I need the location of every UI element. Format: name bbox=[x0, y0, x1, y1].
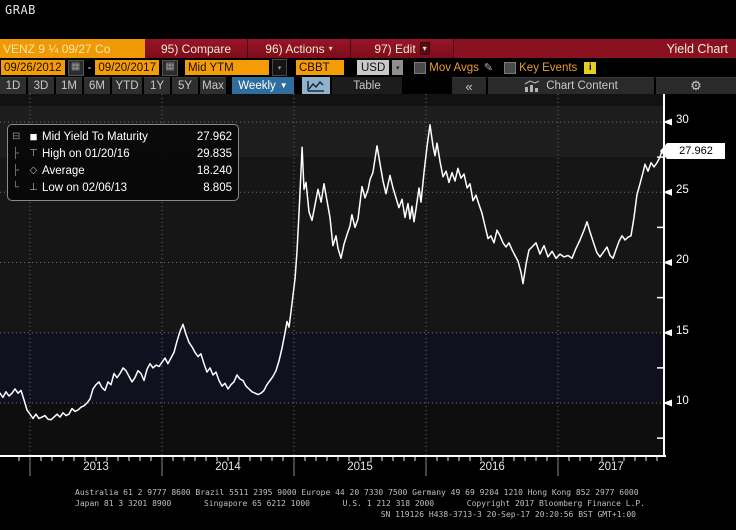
calendar-icon[interactable]: ▦ bbox=[67, 59, 84, 76]
yield-field-select[interactable]: Mid YTM bbox=[184, 60, 269, 75]
high-marker-icon: ⊤ bbox=[29, 148, 38, 159]
table-view-button[interactable]: Table bbox=[332, 77, 402, 94]
calendar-icon[interactable]: ▦ bbox=[161, 59, 178, 76]
tree-branch: ├ bbox=[12, 148, 20, 159]
compare-button[interactable]: 95) Compare bbox=[145, 39, 248, 58]
range-button-max[interactable]: Max bbox=[200, 77, 226, 94]
key-events-checkbox[interactable] bbox=[504, 61, 517, 74]
range-button-5y[interactable]: 5Y bbox=[172, 77, 198, 94]
footer-contact: Japan 81 3 3201 8900 bbox=[75, 499, 172, 508]
low-marker-icon: ⊥ bbox=[29, 182, 38, 193]
date-from-field[interactable]: 09/26/2012 bbox=[1, 60, 65, 75]
mov-avgs-checkbox[interactable] bbox=[414, 61, 427, 74]
range-button-1m[interactable]: 1M bbox=[56, 77, 82, 94]
bloomberg-terminal-window: GRAB VENZ 9 ¼ 09/27 Co 95) Compare 96) A… bbox=[0, 0, 736, 530]
y-axis-tick-label: 10 bbox=[676, 395, 689, 407]
frequency-dropdown[interactable]: Weekly ▼ bbox=[232, 77, 294, 94]
legend-value: 29.835 bbox=[196, 147, 232, 160]
title-bar: VENZ 9 ¼ 09/27 Co 95) Compare 96) Action… bbox=[0, 39, 736, 58]
legend-value: 18.240 bbox=[196, 164, 232, 177]
edit-button[interactable]: 97) Edit ▾ bbox=[351, 39, 454, 58]
legend-row-series[interactable]: ⊟ ■ Mid Yield To Maturity 27.962 bbox=[12, 128, 232, 145]
date-range-dash: - bbox=[87, 61, 92, 74]
currency-select[interactable]: USD bbox=[356, 60, 390, 75]
footer-session-info: SN 119126 H438-3713-3 20-Sep-17 20:20:56… bbox=[380, 510, 636, 519]
footer-contacts-line1: Australia 61 2 9777 8600 Brazil 5511 239… bbox=[75, 488, 639, 497]
chevron-down-icon: ▼ bbox=[279, 81, 288, 90]
chevron-down-icon[interactable]: ▾ bbox=[271, 59, 287, 76]
yield-chart-area: 30 25 20 15 10 27.962 2013 2014 2015 201… bbox=[0, 94, 736, 479]
footer-contact: Singapore 65 6212 1000 bbox=[203, 499, 310, 508]
range-button-1d[interactable]: 1D bbox=[0, 77, 26, 94]
range-button-6m[interactable]: 6M bbox=[84, 77, 110, 94]
collapse-box-icon[interactable]: ⊟ bbox=[12, 131, 25, 142]
legend-row-average[interactable]: ├ ◇ Average 18.240 bbox=[12, 162, 232, 179]
chevron-down-icon[interactable]: ▾ bbox=[392, 60, 404, 75]
series-swatch: ■ bbox=[29, 129, 38, 144]
footer-contact: U.S. 1 212 318 2000 bbox=[342, 499, 435, 508]
range-button-ytd[interactable]: YTD bbox=[112, 77, 142, 94]
x-axis-year-label: 2017 bbox=[598, 461, 624, 473]
chart-content-label: Chart Content bbox=[546, 80, 618, 92]
compare-label: 95) Compare bbox=[160, 41, 232, 56]
pricing-source-field[interactable]: CBBT bbox=[295, 60, 344, 75]
line-chart-view-button[interactable] bbox=[302, 77, 330, 94]
x-axis-year-label: 2014 bbox=[215, 461, 241, 473]
legend-row-high[interactable]: ├ ⊤ High on 01/20/16 29.835 bbox=[12, 145, 232, 162]
y-axis-tick-label: 15 bbox=[676, 325, 689, 337]
frequency-label: Weekly bbox=[238, 79, 276, 92]
info-icon[interactable]: i bbox=[584, 61, 597, 74]
x-axis-year-label: 2015 bbox=[347, 461, 373, 473]
chart-content-button[interactable]: Chart Content bbox=[488, 77, 654, 94]
chart-content-icon bbox=[524, 80, 540, 92]
chart-legend: ⊟ ■ Mid Yield To Maturity 27.962 ├ ⊤ Hig… bbox=[7, 124, 239, 201]
pencil-icon[interactable]: ✎ bbox=[484, 61, 493, 74]
legend-label: Average bbox=[42, 164, 85, 177]
legend-value: 27.962 bbox=[196, 130, 232, 143]
actions-button[interactable]: 96) Actions ▾ bbox=[248, 39, 351, 58]
page-title: Yield Chart bbox=[666, 41, 728, 56]
legend-value: 8.805 bbox=[203, 181, 232, 194]
footer-copyright: Copyright 2017 Bloomberg Finance L.P. bbox=[466, 499, 645, 508]
date-to-field[interactable]: 09/20/2017 bbox=[95, 60, 159, 75]
tree-branch: ├ bbox=[12, 165, 20, 176]
security-ticker[interactable]: VENZ 9 ¼ 09/27 Co bbox=[0, 39, 145, 58]
range-button-3d[interactable]: 3D bbox=[28, 77, 54, 94]
edit-label: 97) Edit bbox=[374, 41, 416, 56]
chevron-down-icon: ▾ bbox=[328, 44, 333, 53]
legend-row-low[interactable]: └ ⊥ Low on 02/06/13 8.805 bbox=[12, 179, 232, 196]
y-axis-tick-label: 20 bbox=[676, 254, 689, 266]
grab-label: GRAB bbox=[5, 3, 36, 17]
line-chart-icon bbox=[307, 80, 324, 92]
field-bar: 09/26/2012 ▦ - 09/20/2017 ▦ Mid YTM ▾ CB… bbox=[0, 59, 736, 76]
y-axis-tick-label: 25 bbox=[676, 184, 689, 196]
tree-branch: └ bbox=[12, 182, 20, 193]
chevron-down-icon: ▾ bbox=[419, 42, 430, 55]
legend-label: High on 01/20/16 bbox=[42, 147, 130, 160]
gear-icon: ⚙ bbox=[690, 78, 702, 93]
terminal-footer: Australia 61 2 9777 8600 Brazil 5511 239… bbox=[0, 479, 736, 530]
settings-button[interactable]: ⚙ bbox=[656, 77, 736, 94]
collapse-panel-button[interactable]: « bbox=[452, 77, 486, 94]
legend-label: Mid Yield To Maturity bbox=[42, 130, 148, 143]
legend-label: Low on 02/06/13 bbox=[42, 181, 128, 194]
y-axis-tick-label: 30 bbox=[676, 114, 689, 126]
x-axis-year-label: 2016 bbox=[479, 461, 505, 473]
last-value-tag: 27.962 bbox=[660, 142, 725, 159]
x-axis-year-label: 2013 bbox=[83, 461, 109, 473]
key-events-label: Key Events bbox=[519, 61, 578, 74]
range-button-1y[interactable]: 1Y bbox=[144, 77, 170, 94]
chart-toolbar: 1D 3D 1M 6M YTD 1Y 5Y Max Weekly ▼ Table… bbox=[0, 77, 736, 94]
footer-contacts-line2: Japan 81 3 3201 8900 Singapore 65 6212 1… bbox=[75, 499, 645, 509]
average-marker-icon: ◇ bbox=[29, 165, 38, 176]
actions-label: 96) Actions bbox=[265, 41, 325, 56]
mov-avgs-label: Mov Avgs bbox=[429, 61, 479, 74]
